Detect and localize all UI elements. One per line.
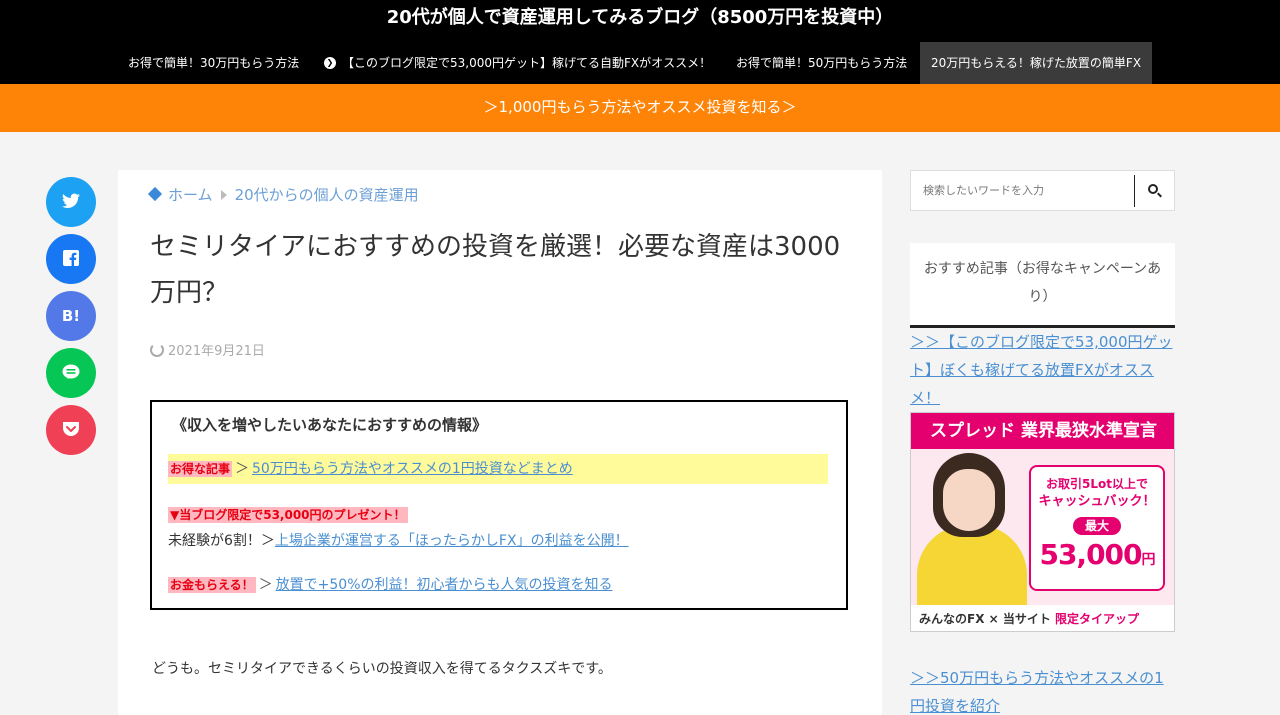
recommend-tag: ▼当ブログ限定で53,000円のプレゼント！ (168, 507, 408, 523)
ad-headline: スプレッド 業界最狭水準宣言 (911, 413, 1174, 449)
recommend-link-hochi[interactable]: 放置で+50%の利益！初心者からも人気の投資を知る (276, 577, 613, 593)
recommend-text: 未経験が6割！＞ (168, 533, 275, 549)
share-pocket-button[interactable] (46, 405, 96, 455)
search-button[interactable] (1135, 171, 1175, 210)
arrow-text: ＞ (235, 461, 250, 477)
chevron-right-icon: ❯ (324, 56, 336, 69)
ad-model-face (943, 469, 995, 531)
nav-item-53000-fx[interactable]: ❯ 【このブログ限定で53,000円ゲット】稼げてる自動FXがオススメ！ (324, 42, 711, 84)
line-icon (62, 364, 80, 379)
breadcrumb-separator-icon (220, 189, 227, 200)
post-date: 2021年9月21日 (150, 340, 265, 359)
recommend-box: 《収入を増やしたいあなたにおすすめの情報》 お得な記事＞ 50万円もらう方法やオス… (150, 400, 848, 610)
arrow-text: ＞ (258, 577, 273, 593)
global-nav: お得で簡単！30万円もらう方法 ❯ 【このブログ限定で53,000円ゲット】稼げて… (0, 42, 1280, 84)
ad-banner-minnano-fx[interactable]: スプレッド 業界最狭水準宣言 お取引5Lot以上で キャッシュバック！ 最大 5… (910, 412, 1175, 632)
nav-item-30man[interactable]: お得で簡単！30万円もらう方法 (128, 42, 299, 84)
recommend-row-3: お金もらえる！＞放置で+50%の利益！初心者からも人気の投資を知る (168, 574, 613, 594)
nav-item-label: 20万円もらえる！稼げた放置の簡単FX (931, 56, 1142, 70)
site-title[interactable]: 20代が個人で資産運用してみるブログ（8500万円を投資中） (0, 6, 1280, 30)
recommend-box-heading: 《収入を増やしたいあなたにおすすめの情報》 (172, 416, 488, 434)
ad-footer-tieup: 限定タイアップ (1055, 612, 1140, 626)
facebook-icon (63, 250, 79, 266)
ad-model-body (917, 525, 1027, 605)
share-facebook-button[interactable] (46, 234, 96, 284)
breadcrumb: ホーム 20代からの個人の資産運用 (147, 184, 419, 205)
ad-footer-brand: みんなのFX (919, 612, 985, 626)
nav-item-label: 【このブログ限定で53,000円ゲット】稼げてる自動FXがオススメ！ (342, 56, 712, 70)
ad-badge-line2: キャッシュバック！ (1038, 494, 1156, 509)
article-main: ホーム 20代からの個人の資産運用 セミリタイアにおすすめの投資を厳選！必要な資産… (118, 170, 882, 715)
nav-item-20man-fx[interactable]: 20万円もらえる！稼げた放置の簡単FX (920, 42, 1153, 84)
home-icon (147, 186, 163, 202)
ad-badge-unit: 円 (1141, 552, 1156, 568)
ad-footer-x: × 当サイト (984, 612, 1056, 626)
ad-cashback-badge: お取引5Lot以上で キャッシュバック！ 最大 53,000円 (1029, 465, 1165, 591)
post-title: セミリタイアにおすすめの投資を厳選！必要な資産は3000万円？ (150, 232, 841, 308)
twitter-icon (62, 193, 80, 209)
nav-item-label: お得で簡単！50万円もらう方法 (736, 56, 908, 70)
sidebar-link-53000-fx[interactable]: ＞＞【このブログ限定で53,000円ゲット】ぼくも稼げてる放置FXがオススメ！ (910, 328, 1175, 412)
post-intro: どうも。セミリタイアできるくらいの投資収入を得てるタクスズキです。 (152, 661, 612, 677)
recommend-tag: お得な記事 (168, 461, 233, 477)
site-header: 20代が個人で資産運用してみるブログ（8500万円を投資中） お得で簡単！30万… (0, 0, 1280, 84)
breadcrumb-category-link[interactable]: 20代からの個人の資産運用 (235, 186, 419, 204)
sidebar-search (910, 170, 1175, 211)
pocket-icon (63, 422, 79, 436)
breadcrumb-home-link[interactable]: ホーム (168, 186, 213, 204)
recommend-link-fx[interactable]: 上場企業が運営する「ほったらかしFX」の利益を公開！ (275, 533, 629, 549)
hatena-icon: B! (61, 307, 81, 325)
ad-badge-amount: 53,000 (1039, 538, 1142, 571)
share-hatena-button[interactable]: B! (46, 291, 96, 341)
widget-title: おすすめ記事（お得なキャンペーンあり） (910, 243, 1175, 325)
promo-banner[interactable]: ＞1,000円もらう方法やオススメ投資を知る＞ (0, 84, 1280, 132)
recommend-tag: お金もらえる！ (168, 577, 256, 593)
ad-badge-line1: お取引5Lot以上で (1046, 477, 1148, 491)
recommend-row-2-tag-wrap: ▼当ブログ限定で53,000円のプレゼント！ (168, 504, 408, 523)
updated-icon (150, 343, 164, 357)
recommend-link-50man[interactable]: 50万円もらう方法やオススメの1円投資などまとめ (252, 461, 573, 477)
ad-footer: みんなのFX × 当サイト 限定タイアップ (911, 605, 1174, 631)
recommend-row-2: 未経験が6割！＞上場企業が運営する「ほったらかしFX」の利益を公開！ (168, 530, 629, 550)
nav-item-50man[interactable]: お得で簡単！50万円もらう方法 (736, 42, 907, 84)
share-line-button[interactable] (46, 348, 96, 398)
ad-badge-max: 最大 (1072, 517, 1121, 535)
recommend-row-1: お得な記事＞ 50万円もらう方法やオススメの1円投資などまとめ (168, 454, 828, 484)
ad-badge-amount-wrap: 53,000円 (1031, 537, 1163, 578)
post-date-text: 2021年9月21日 (168, 344, 265, 359)
share-twitter-button[interactable] (46, 177, 96, 227)
nav-item-label: お得で簡単！30万円もらう方法 (128, 56, 300, 70)
search-input[interactable] (911, 171, 1133, 210)
sidebar-link-50man[interactable]: ＞＞50万円もらう方法やオススメの1円投資を紹介 (910, 664, 1175, 715)
